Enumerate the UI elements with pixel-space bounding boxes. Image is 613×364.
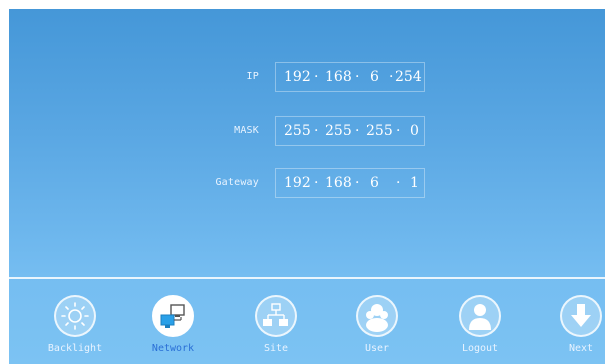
mask-octet-3[interactable]: 255 bbox=[366, 123, 393, 139]
mask-separator: · bbox=[314, 123, 319, 139]
bottom-toolbar: Backlight Network Site User Logout Next bbox=[9, 281, 605, 364]
logout-button[interactable]: Logout bbox=[440, 295, 520, 364]
mask-separator: · bbox=[355, 123, 360, 139]
user-button[interactable]: User bbox=[337, 295, 417, 364]
sun-icon bbox=[54, 295, 96, 337]
gateway-octet-1[interactable]: 192 bbox=[284, 175, 311, 191]
mask-octet-1[interactable]: 255 bbox=[284, 123, 311, 139]
user-label: User bbox=[364, 343, 390, 354]
gateway-separator: · bbox=[314, 175, 319, 191]
gateway-row: Gateway 192 · 168 · 6 · 1 bbox=[9, 168, 605, 200]
gateway-octet-2[interactable]: 168 bbox=[325, 175, 352, 191]
gateway-separator: · bbox=[396, 175, 401, 191]
ip-field[interactable]: 192 · 168 · 6 · 254 bbox=[275, 62, 425, 92]
gateway-octet-3[interactable]: 6 bbox=[370, 175, 379, 191]
person-logout-icon bbox=[459, 295, 501, 337]
mask-octet-2[interactable]: 255 bbox=[325, 123, 352, 139]
mask-field[interactable]: 255 · 255 · 255 · 0 bbox=[275, 116, 425, 146]
settings-screen: IP 192 · 168 · 6 · 254 MASK 255 · 255 · … bbox=[9, 9, 605, 364]
gateway-label: Gateway bbox=[215, 177, 259, 188]
users-icon bbox=[356, 295, 398, 337]
next-button[interactable]: Next bbox=[541, 295, 605, 364]
ip-octet-4[interactable]: 254 bbox=[395, 69, 422, 85]
network-button[interactable]: Network bbox=[133, 295, 213, 364]
toolbar-divider bbox=[9, 277, 605, 279]
mask-separator: · bbox=[396, 123, 401, 139]
network-label: Network bbox=[151, 343, 195, 354]
ip-octet-2[interactable]: 168 bbox=[325, 69, 352, 85]
site-hierarchy-icon bbox=[255, 295, 297, 337]
site-label: Site bbox=[263, 343, 289, 354]
ip-separator: · bbox=[389, 69, 394, 85]
gateway-separator: · bbox=[355, 175, 360, 191]
backlight-label: Backlight bbox=[47, 343, 103, 354]
mask-row: MASK 255 · 255 · 255 · 0 bbox=[9, 116, 605, 148]
logout-label: Logout bbox=[461, 343, 499, 354]
mask-octet-4[interactable]: 0 bbox=[410, 123, 419, 139]
arrow-down-icon bbox=[560, 295, 602, 337]
gateway-octet-4[interactable]: 1 bbox=[410, 175, 419, 191]
network-computers-icon bbox=[152, 295, 194, 337]
ip-label: IP bbox=[246, 71, 259, 82]
backlight-button[interactable]: Backlight bbox=[35, 295, 115, 364]
ip-row: IP 192 · 168 · 6 · 254 bbox=[9, 62, 605, 94]
ip-separator: · bbox=[314, 69, 319, 85]
ip-octet-3[interactable]: 6 bbox=[370, 69, 379, 85]
site-button[interactable]: Site bbox=[236, 295, 316, 364]
ip-separator: · bbox=[355, 69, 360, 85]
ip-octet-1[interactable]: 192 bbox=[284, 69, 311, 85]
gateway-field[interactable]: 192 · 168 · 6 · 1 bbox=[275, 168, 425, 198]
mask-label: MASK bbox=[234, 125, 259, 136]
next-label: Next bbox=[568, 343, 594, 354]
